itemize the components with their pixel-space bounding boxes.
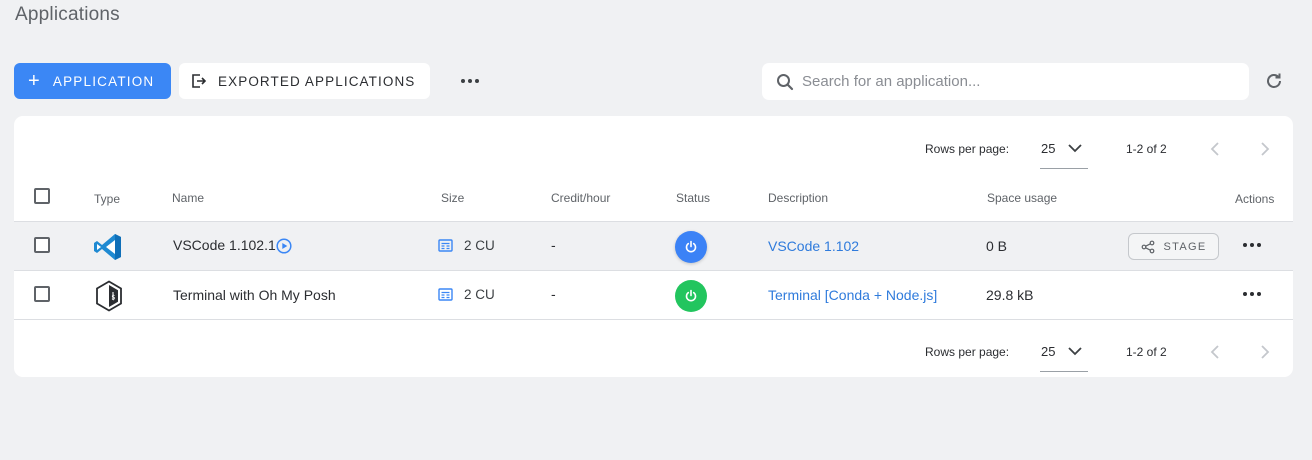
rows-per-page-select[interactable]: 25 — [1040, 338, 1088, 372]
rows-per-page-select[interactable]: 25 — [1040, 135, 1088, 169]
add-application-button[interactable]: + APPLICATION — [14, 63, 171, 99]
search-box — [762, 63, 1249, 100]
rows-per-page-label: Rows per page: — [925, 345, 1010, 359]
more-horizontal-icon — [1243, 292, 1261, 296]
power-toggle-button[interactable] — [675, 231, 707, 263]
page-title: Applications — [15, 4, 120, 25]
stage-label: STAGE — [1163, 240, 1207, 253]
svg-text:$: $ — [111, 294, 115, 302]
table-header: Type Name Size Credit/hour Status Descri… — [14, 184, 1293, 222]
chevron-right-icon — [1261, 345, 1270, 359]
space-usage-value: 0 B — [986, 238, 1008, 254]
more-horizontal-icon — [461, 79, 479, 83]
add-application-label: APPLICATION — [52, 73, 155, 89]
size-value: 2 CU — [464, 238, 495, 253]
application-name: VSCode 1.102.1 — [173, 237, 276, 253]
next-page-button[interactable] — [1260, 344, 1270, 365]
toolbar: + APPLICATION EXPORTED APPLICATIONS — [14, 63, 1298, 100]
size-value: 2 CU — [464, 287, 495, 302]
row-more-button[interactable] — [1243, 292, 1261, 296]
applications-table-card: Rows per page: 25 1-2 of 2 Type Name Siz… — [14, 116, 1293, 377]
row-checkbox[interactable] — [34, 286, 50, 302]
application-name: Terminal with Oh My Posh — [173, 287, 336, 303]
select-all-checkbox[interactable] — [34, 188, 50, 204]
terminal-icon: $ — [96, 280, 122, 312]
description-link[interactable]: VSCode 1.102 — [768, 238, 859, 254]
credit-value: - — [551, 237, 556, 253]
power-toggle-button[interactable] — [675, 280, 707, 312]
export-icon — [192, 74, 207, 88]
chevron-left-icon — [1210, 142, 1219, 156]
plus-icon: + — [28, 70, 41, 92]
compute-unit-icon — [438, 239, 453, 252]
refresh-icon — [1267, 73, 1281, 88]
size-cell: 2 CU — [438, 238, 495, 253]
column-size[interactable]: Size — [441, 191, 464, 205]
stage-button[interactable]: STAGE — [1128, 233, 1219, 260]
play-circle-icon[interactable] — [276, 238, 292, 254]
chevron-left-icon — [1210, 345, 1219, 359]
share-icon — [1141, 240, 1154, 253]
pagination-range: 1-2 of 2 — [1126, 142, 1167, 156]
refresh-button[interactable] — [1264, 71, 1286, 93]
more-horizontal-icon — [1243, 243, 1261, 247]
previous-page-button[interactable] — [1210, 344, 1220, 365]
exported-applications-label: EXPORTED APPLICATIONS — [218, 73, 416, 89]
rows-per-page-label: Rows per page: — [925, 142, 1010, 156]
credit-value: - — [551, 286, 556, 302]
search-icon — [777, 73, 794, 90]
table-row[interactable]: VSCode 1.102.1 2 CU - VSCode 1.102 0 B S… — [14, 222, 1293, 271]
exported-applications-button[interactable]: EXPORTED APPLICATIONS — [179, 63, 430, 99]
pagination-range: 1-2 of 2 — [1126, 345, 1167, 359]
column-type: Type — [94, 192, 121, 206]
column-credit-hour[interactable]: Credit/hour — [551, 191, 610, 205]
previous-page-button[interactable] — [1210, 141, 1220, 162]
row-checkbox[interactable] — [34, 237, 50, 253]
rows-per-page-value: 25 — [1041, 344, 1056, 359]
column-actions: Actions — [1235, 192, 1275, 206]
column-status[interactable]: Status — [676, 191, 710, 205]
column-space-usage[interactable]: Space usage — [987, 191, 1057, 205]
power-icon — [685, 289, 697, 302]
next-page-button[interactable] — [1260, 141, 1270, 162]
rows-per-page-value: 25 — [1041, 141, 1056, 156]
pagination-top: Rows per page: 25 1-2 of 2 — [14, 135, 1293, 169]
pagination-bottom: Rows per page: 25 1-2 of 2 — [14, 338, 1293, 372]
space-usage-value: 29.8 kB — [986, 287, 1034, 303]
table-row[interactable]: $ Terminal with Oh My Posh 2 CU - Termin… — [14, 271, 1293, 320]
search-input[interactable] — [802, 73, 1222, 90]
column-name[interactable]: Name — [172, 191, 204, 205]
power-icon — [685, 240, 697, 253]
chevron-right-icon — [1261, 142, 1270, 156]
row-more-button[interactable] — [1243, 243, 1261, 247]
chevron-down-icon — [1068, 347, 1082, 356]
chevron-down-icon — [1068, 144, 1082, 153]
column-description[interactable]: Description — [768, 191, 828, 205]
toolbar-more-button[interactable] — [454, 71, 486, 91]
description-link[interactable]: Terminal [Conda + Node.js] — [768, 287, 937, 303]
compute-unit-icon — [438, 288, 453, 301]
size-cell: 2 CU — [438, 287, 495, 302]
vscode-icon — [94, 234, 121, 260]
